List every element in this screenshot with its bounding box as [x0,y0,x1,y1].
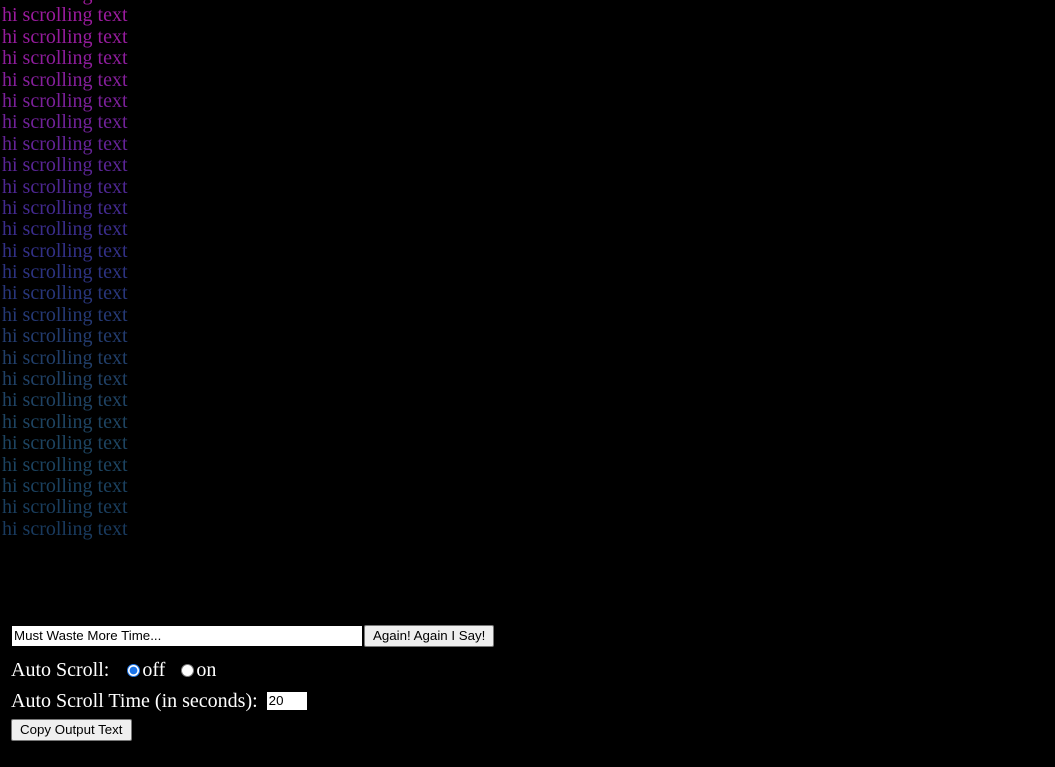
scroll-line: hi scrolling text [2,68,128,91]
auto-scroll-off-label[interactable]: off [142,659,165,681]
scroll-line: hi scrolling text [2,25,128,48]
scroll-line: hi scrolling text [2,4,128,27]
auto-scroll-time-input[interactable] [265,691,308,711]
scroll-line: hi scrolling text [2,132,128,155]
auto-scroll-time-row: Auto Scroll Time (in seconds): [0,690,308,712]
scroll-line: hi scrolling text [2,154,128,177]
auto-scroll-on-radio[interactable] [181,663,195,677]
auto-scroll-time-label: Auto Scroll Time (in seconds): [11,690,258,712]
auto-scroll-label: Auto Scroll: [11,659,110,681]
scroll-line: hi scrolling text [2,47,128,70]
copy-output-text-button[interactable]: Copy Output Text [11,719,132,741]
auto-scroll-on-group: on [181,659,216,681]
scroll-line: hi scrolling text [2,303,128,326]
auto-scroll-off-group: off [127,659,165,681]
scroll-line: hi scrolling text [2,453,128,476]
query-row: Again! Again I Say! [0,625,495,647]
scroll-line: hi scrolling text [2,496,128,519]
scroll-line: hi scrolling text [2,218,128,241]
scroll-line: hi scrolling text [2,474,128,497]
auto-scroll-row: Auto Scroll: off on [0,659,232,681]
search-input[interactable] [11,625,363,647]
auto-scroll-off-radio[interactable] [127,663,141,677]
auto-scroll-on-label[interactable]: on [196,659,216,681]
scroll-line: hi scrolling text [2,517,128,540]
scroll-line: hi scrolling text [2,282,128,305]
scroll-line: hi scrolling text [2,239,128,262]
scroll-line: hi scrolling text [2,346,128,369]
scroll-line: hi scrolling text [2,389,128,412]
scroll-line: hi scrolling text [2,261,128,284]
scroll-line: hi scrolling text [2,432,128,455]
scroll-line: hi scrolling text [2,368,128,391]
scrolling-output-region[interactable]: hi scrolling text hi scrolling text hi scr… [0,0,1055,551]
scroll-line: hi scrolling text [2,325,128,348]
copy-row: Copy Output Text [0,719,132,741]
scroll-line: hi scrolling text [2,111,128,134]
again-button[interactable]: Again! Again I Say! [364,625,495,647]
scroll-line: hi scrolling text [2,196,128,219]
scroll-line: hi scrolling text [2,89,128,112]
scroll-line: hi scrolling text [2,410,128,433]
scrolling-output-lines: hi scrolling text hi scrolling text hi scr… [0,0,1055,540]
scroll-line: hi scrolling text [2,175,128,198]
